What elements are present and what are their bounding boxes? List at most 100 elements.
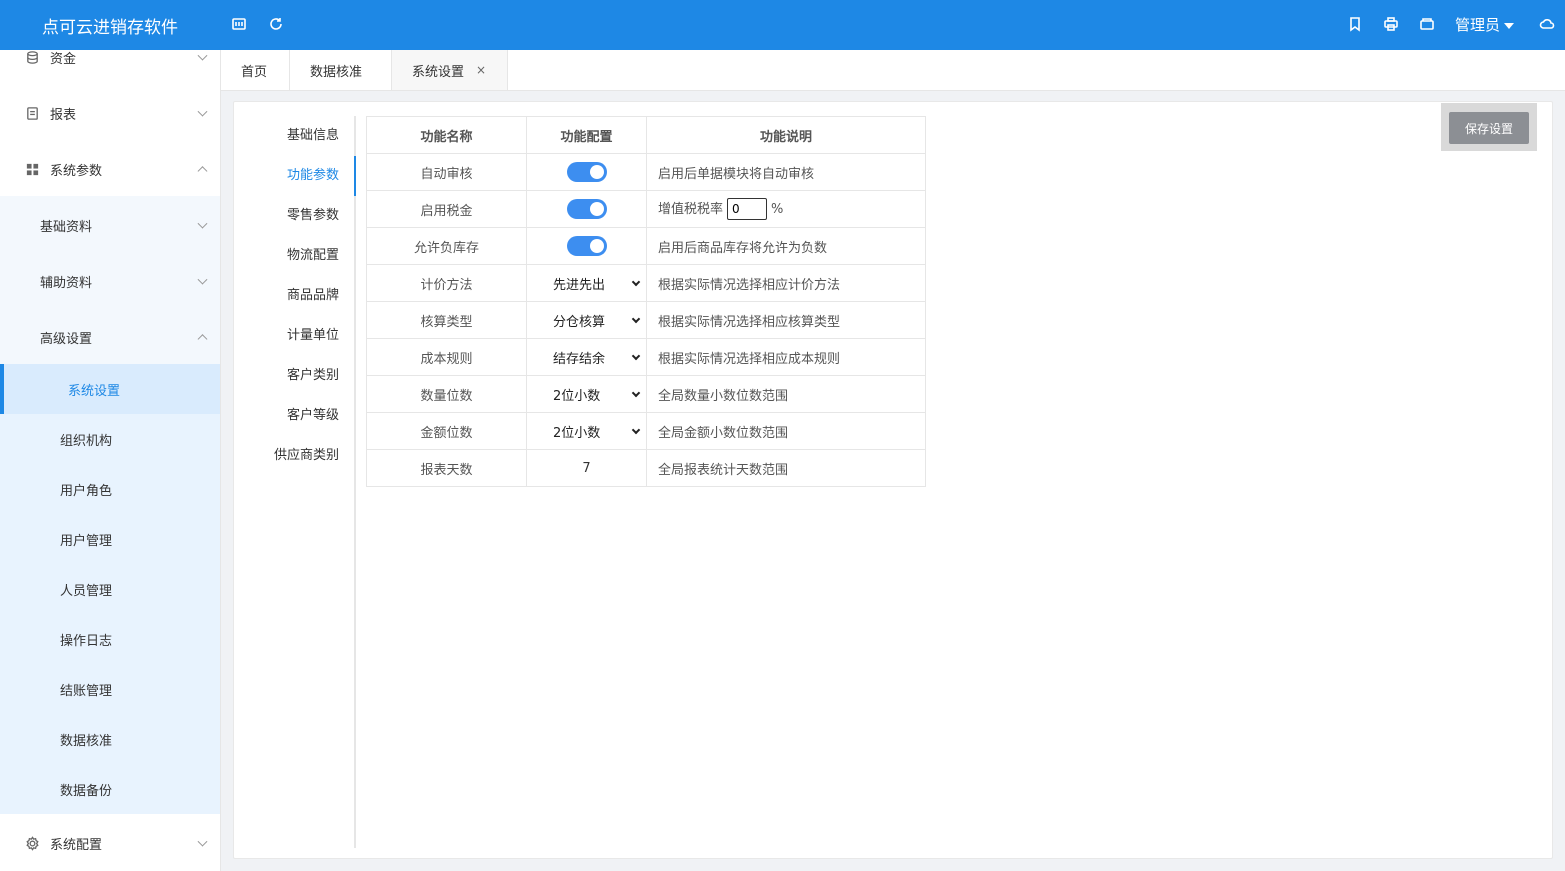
quantity-decimals-select[interactable]: 2位小数 [527,376,645,412]
tab-system-settings[interactable]: 系统设置 × [392,50,508,90]
calendar-icon[interactable] [230,15,248,33]
row-name: 允许负库存 [366,227,527,265]
sidebar-item-aux-data[interactable]: 辅助资料 [0,253,220,309]
chevron-up-icon [197,334,208,345]
row-control [526,153,647,191]
row-name: 自动审核 [366,153,527,191]
auto-audit-toggle[interactable] [566,162,607,182]
save-button-wrap: 保存设置 [1441,103,1537,151]
refresh-icon[interactable] [267,15,285,33]
save-settings-button[interactable]: 保存设置 [1449,112,1529,144]
vnav-supplier-types[interactable]: 供应商类别 [236,436,356,476]
table-row: 报表天数 7 全局报表统计天数范围 [366,449,926,487]
app-brand: 点可云进销存软件 [42,18,178,38]
row-name: 成本规则 [366,338,527,376]
print-icon[interactable] [1382,15,1400,33]
table-row: 计价方法 先进先出 根据实际情况选择相应计价方法 [366,264,926,302]
row-name: 计价方法 [366,264,527,302]
sidebar-item-basic-data[interactable]: 基础资料 [0,197,220,253]
tab-data-check[interactable]: 数据核准 [290,50,392,90]
sidebar-item-system-params[interactable]: 系统参数 [0,141,220,197]
select-value: 分仓核算 [553,314,606,330]
chevron-down-icon [197,50,208,61]
table-row: 核算类型 分仓核算 根据实际情况选择相应核算类型 [366,301,926,339]
admin-menu[interactable]: 管理员 [1455,14,1515,35]
box-icon[interactable] [1418,15,1436,33]
sidebar-item-staff[interactable]: 人员管理 [0,564,220,614]
sidebar-item-data-check[interactable]: 数据核准 [0,714,220,764]
tab-bar: 首页 数据核准 系统设置 × [221,50,1565,91]
column-header: 功能配置 [526,116,647,154]
tab-label: 数据核准 [310,64,363,80]
vnav-brands[interactable]: 商品品牌 [236,276,356,316]
sidebar-item-label: 资金 [50,51,77,67]
row-name: 金额位数 [366,412,527,450]
sidebar-item-user-roles[interactable]: 用户角色 [0,464,220,514]
row-control: 2位小数 [526,412,647,450]
sidebar-item-funds[interactable]: 资金 [0,50,220,85]
table-row: 启用税金 增值税税率% [366,190,926,228]
sidebar-item-org[interactable]: 组织机构 [0,414,220,464]
sidebar-item-reports[interactable]: 报表 [0,85,220,141]
row-desc: 全局报表统计天数范围 [646,449,926,487]
row-desc: 增值税税率% [646,190,926,228]
row-desc: 根据实际情况选择相应成本规则 [646,338,926,376]
database-icon [24,50,40,65]
column-header: 功能名称 [366,116,527,154]
vnav-units[interactable]: 计量单位 [236,316,356,356]
row-desc: 全局数量小数位数范围 [646,375,926,413]
sidebar-item-label: 基础资料 [40,219,93,235]
bookmark-icon[interactable] [1346,15,1364,33]
caret-down-icon [1504,22,1515,29]
pricing-method-select[interactable]: 先进先出 [527,265,645,301]
sidebar-item-user-management[interactable]: 用户管理 [0,514,220,564]
row-desc: 根据实际情况选择相应核算类型 [646,301,926,339]
tab-label: 首页 [241,64,268,80]
table-row: 金额位数 2位小数 全局金额小数位数范围 [366,412,926,450]
vnav-retail-params[interactable]: 零售参数 [236,196,356,236]
sidebar-item-advanced[interactable]: 高级设置 [0,309,220,365]
sidebar-item-system-config[interactable]: 系统配置 [0,815,220,871]
toggle-knob [589,165,604,179]
negative-stock-toggle[interactable] [566,236,607,256]
vnav-customer-types[interactable]: 客户类别 [236,356,356,396]
tab-home[interactable]: 首页 [221,50,290,90]
select-value: 结存结余 [553,351,606,367]
tab-label: 系统设置 [412,64,465,80]
row-desc: 启用后单据模块将自动审核 [646,153,926,191]
sidebar-item-system-settings[interactable]: 系统设置 [0,364,220,414]
vnav-basic-info[interactable]: 基础信息 [236,116,356,156]
row-control: 先进先出 [526,264,647,302]
cost-rule-select[interactable]: 结存结余 [527,339,645,375]
row-desc: 全局金额小数位数范围 [646,412,926,450]
sidebar-item-label: 系统配置 [50,837,103,853]
report-days-value[interactable]: 7 [526,449,647,487]
chevron-down-icon [631,277,641,286]
sidebar-item-backup[interactable]: 数据备份 [0,764,220,814]
table-row: 成本规则 结存结余 根据实际情况选择相应成本规则 [366,338,926,376]
row-desc: 启用后商品库存将允许为负数 [646,227,926,265]
vnav-customer-levels[interactable]: 客户等级 [236,396,356,436]
table-row: 数量位数 2位小数 全局数量小数位数范围 [366,375,926,413]
row-desc: 根据实际情况选择相应计价方法 [646,264,926,302]
vnav-logistics[interactable]: 物流配置 [236,236,356,276]
select-value: 2位小数 [553,425,601,441]
sidebar-item-logs[interactable]: 操作日志 [0,614,220,664]
tax-toggle[interactable] [566,199,607,219]
row-control: 结存结余 [526,338,647,376]
cloud-icon[interactable] [1538,15,1556,33]
amount-decimals-select[interactable]: 2位小数 [527,413,645,449]
chevron-up-icon [197,166,208,177]
tax-rate-label: 增值税税率 [658,201,724,217]
chevron-down-icon [197,218,208,229]
sidebar-item-closing[interactable]: 结账管理 [0,664,220,714]
tax-rate-input[interactable] [727,198,768,221]
function-params-table: 功能名称 功能配置 功能说明 自动审核 启用后单据模块将自动审核 启用税金 增值… [366,116,926,487]
vnav-function-params[interactable]: 功能参数 [236,156,356,196]
accounting-type-select[interactable]: 分仓核算 [527,302,645,338]
sidebar: 资金 报表 系统参数 基础资料 辅助资料 高级设置 系统设置 组织机构 用户角色… [0,50,221,871]
sidebar-item-label: 高级设置 [40,331,93,347]
close-icon[interactable]: × [476,63,486,77]
tax-rate-unit: % [771,201,784,217]
row-control: 分仓核算 [526,301,647,339]
